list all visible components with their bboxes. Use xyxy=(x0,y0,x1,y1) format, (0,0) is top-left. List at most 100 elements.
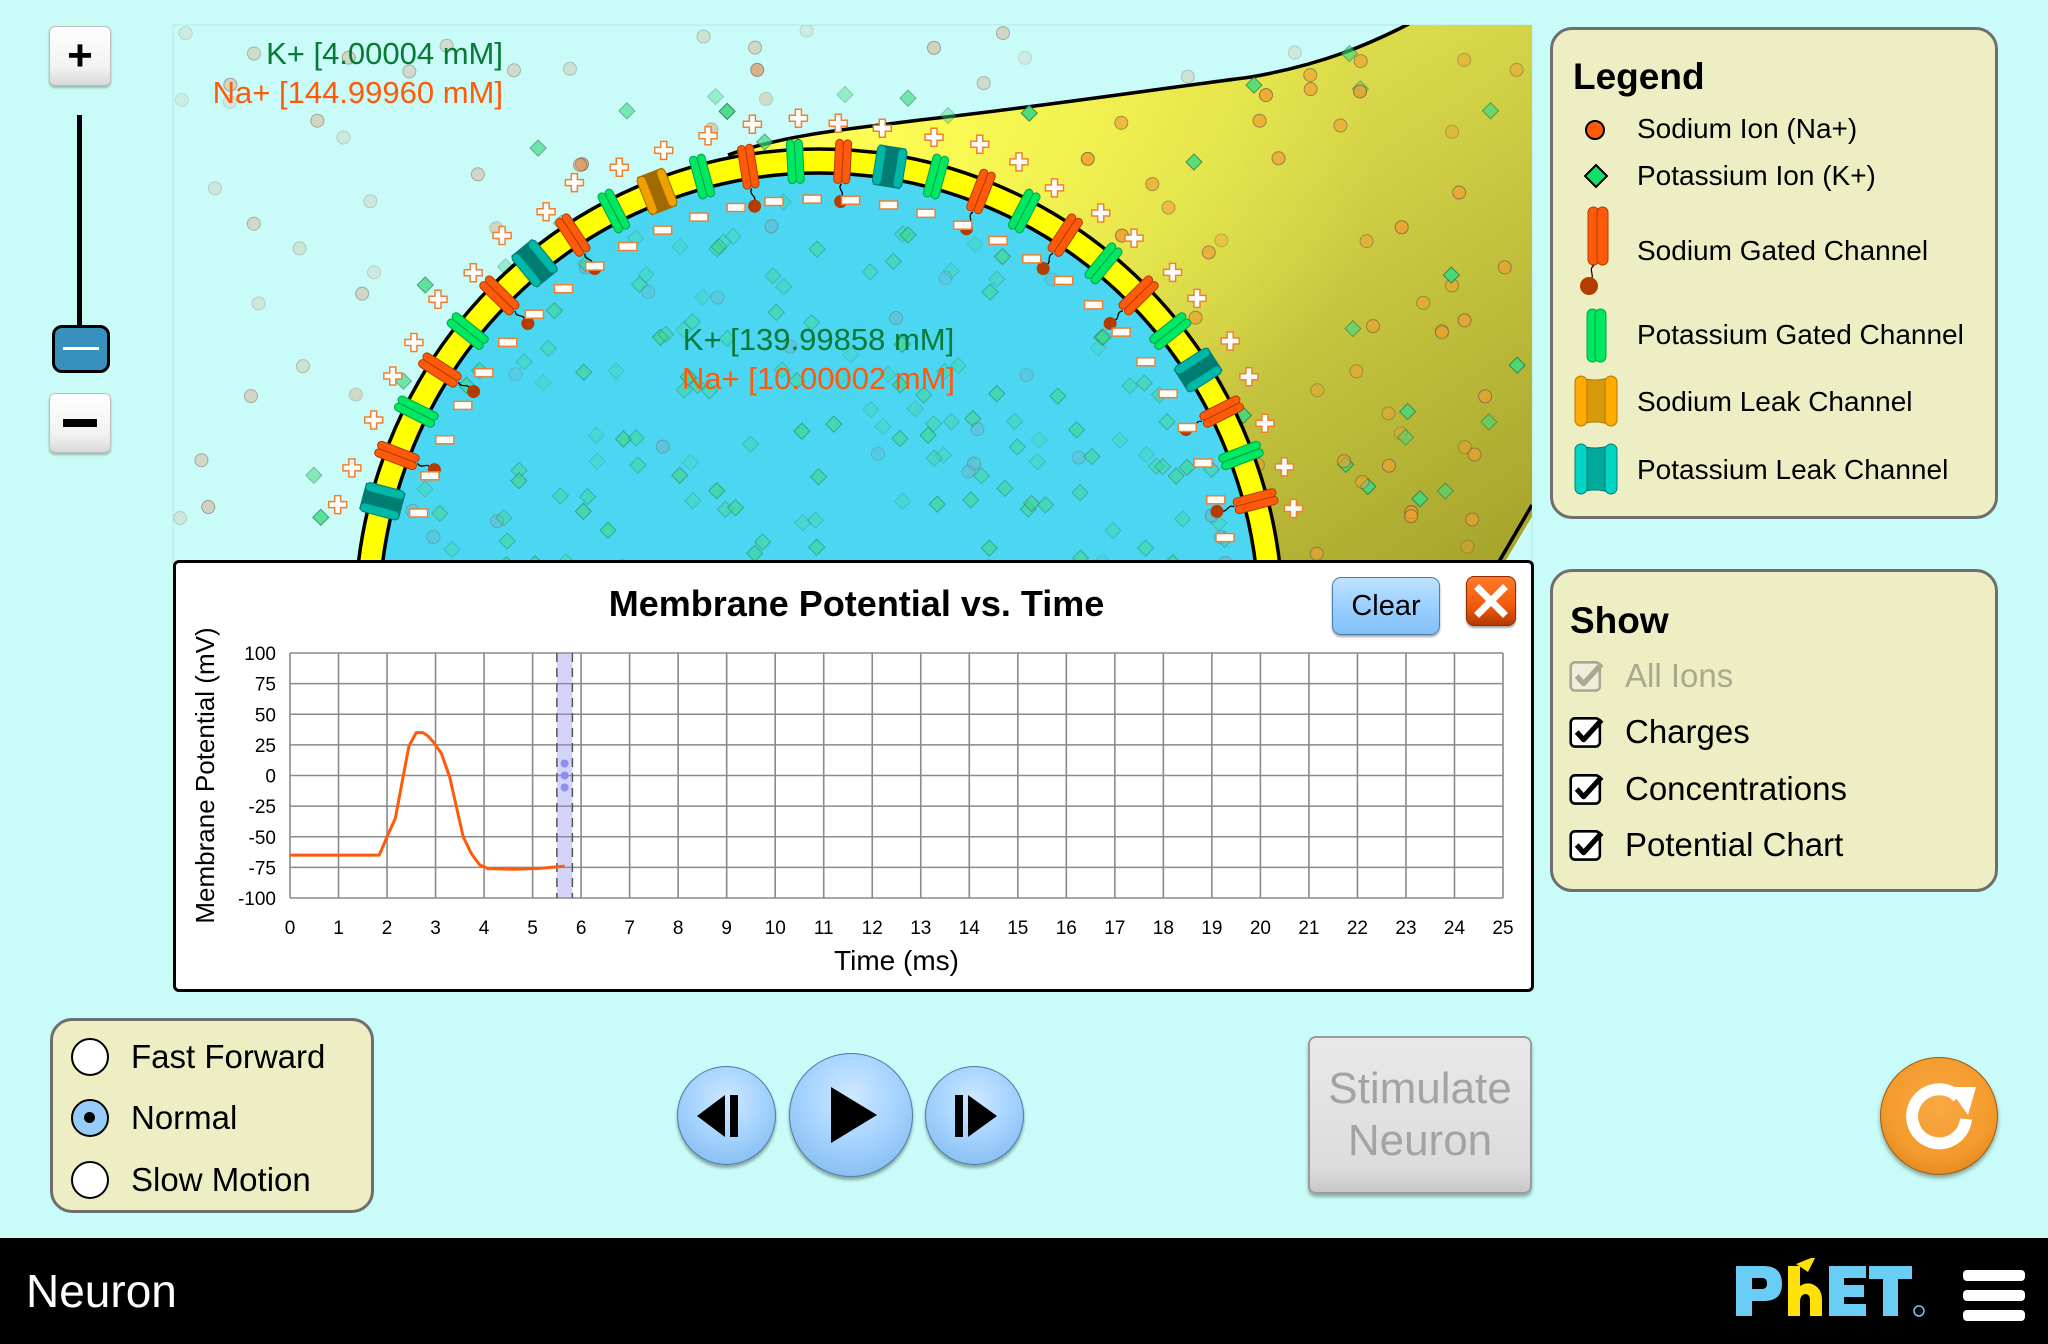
x-tick-label: 6 xyxy=(576,918,587,939)
sodium-ion xyxy=(696,29,711,44)
zoom-slider-thumb[interactable] xyxy=(52,325,110,373)
negative-charge-icon xyxy=(916,208,936,219)
x-axis-label: Time (ms) xyxy=(834,945,959,976)
checkbox-concentrations[interactable]: Concentrations xyxy=(1569,770,1847,808)
sodium-ion xyxy=(1271,151,1286,166)
sodium-ion xyxy=(1394,220,1409,235)
menu-line-icon xyxy=(1963,1310,2025,1321)
legend-item-potassium-gated-channel: Potassium Gated Channel xyxy=(1637,319,1964,350)
sodium-ion xyxy=(506,63,521,78)
y-tick-label: 25 xyxy=(255,736,276,757)
time-cursor-grip[interactable] xyxy=(560,759,569,792)
channel-side xyxy=(793,138,805,184)
potassium-gated-channel xyxy=(785,138,805,185)
checkbox-potential-chart[interactable]: Potential Chart xyxy=(1569,826,1843,864)
sodium-ion xyxy=(363,194,378,209)
x-tick-label: 8 xyxy=(673,918,684,939)
x-tick-label: 0 xyxy=(285,918,296,939)
radio-slow-motion[interactable]: Slow Motion xyxy=(71,1161,311,1199)
negative-charge-icon xyxy=(1215,532,1235,543)
sodium-ion xyxy=(367,265,382,280)
radio-button-icon xyxy=(71,1161,109,1199)
show-title: Show xyxy=(1570,600,1669,641)
sodium-ion xyxy=(174,92,189,107)
radio-label: Normal xyxy=(131,1099,238,1136)
zoom-out-button[interactable] xyxy=(49,393,111,453)
sodium-ion xyxy=(1457,52,1472,67)
sodium-ion xyxy=(1416,295,1431,310)
legend-item-potassium-ion: Potassium Ion (K+) xyxy=(1637,160,1876,191)
exterior-sodium-concentration: Na+ [144.99960 mM] xyxy=(212,75,503,110)
hamburger-menu-button[interactable] xyxy=(1963,1270,2025,1321)
y-tick-label: -100 xyxy=(238,889,276,910)
sodium-ion xyxy=(207,181,222,196)
radio-fast-forward[interactable]: Fast Forward xyxy=(71,1038,325,1076)
negative-charge-icon xyxy=(618,241,638,252)
zoom-slider-track[interactable] xyxy=(77,115,82,327)
checkbox-label: Charges xyxy=(1625,713,1750,750)
y-axis-ticks: 100 75 50 25 0 -25 -50 -75 -100 xyxy=(238,644,276,910)
play-button[interactable] xyxy=(789,1053,913,1177)
clear-chart-button[interactable]: Clear xyxy=(1332,577,1440,635)
x-tick-label: 24 xyxy=(1444,918,1466,939)
zoom-in-button[interactable]: + xyxy=(49,26,111,86)
minus-icon xyxy=(63,419,97,427)
checkbox-checked-icon xyxy=(1569,774,1604,805)
x-tick-label: 14 xyxy=(959,918,981,939)
x-tick-label: 16 xyxy=(1056,918,1077,939)
checkbox-checked-icon xyxy=(1569,830,1604,861)
phet-logo[interactable]: PhET xyxy=(1734,1258,1939,1320)
radio-normal[interactable]: Normal xyxy=(71,1099,237,1137)
reset-all-button[interactable] xyxy=(1880,1057,1998,1175)
checkbox-checked-icon xyxy=(1569,661,1604,692)
potassium-leak-channel xyxy=(871,144,908,190)
x-tick-label: 20 xyxy=(1250,918,1271,939)
legend-item-sodium-leak-channel: Sodium Leak Channel xyxy=(1637,386,1913,417)
stimulate-neuron-button[interactable]: Stimulate Neuron xyxy=(1308,1036,1532,1194)
sodium-leak-channel-icon xyxy=(1574,375,1618,427)
plus-icon: + xyxy=(67,31,93,80)
step-back-button[interactable] xyxy=(677,1066,776,1165)
checkbox-all-ions[interactable]: All Ions xyxy=(1569,657,1733,695)
sodium-ion xyxy=(178,26,193,41)
x-tick-label: 13 xyxy=(910,918,931,939)
x-tick-label: 17 xyxy=(1104,918,1125,939)
x-tick-label: 10 xyxy=(765,918,786,939)
x-tick-label: 11 xyxy=(814,918,834,939)
checkbox-checked-icon xyxy=(1569,717,1604,748)
cursor-grip-dot xyxy=(560,783,569,792)
negative-charge-icon xyxy=(453,400,473,411)
sodium-ion xyxy=(572,157,587,172)
sodium-ion xyxy=(1509,62,1524,77)
sodium-ion xyxy=(1337,454,1352,469)
x-tick-label: 4 xyxy=(479,918,490,939)
step-forward-button[interactable] xyxy=(925,1066,1024,1165)
x-tick-label: 3 xyxy=(430,918,441,939)
x-axis-ticks: 0 1 2 3 4 5 6 7 8 9 10 11 12 13 14 15 16 17 18 19 20 21 22 23 24… xyxy=(285,918,1514,939)
legend-title: Legend xyxy=(1573,56,1705,97)
sodium-ion xyxy=(1457,440,1472,455)
sodium-gated-channel-icon xyxy=(1580,206,1609,295)
sodium-ion xyxy=(1353,54,1368,69)
sodium-ion xyxy=(1145,177,1160,192)
legend-item-sodium-ion: Sodium Ion (Na+) xyxy=(1637,113,1858,144)
radio-button-icon xyxy=(71,1038,109,1076)
negative-charge-icon xyxy=(584,261,605,271)
interior-potassium-concentration: K+ [139.99858 mM] xyxy=(682,322,955,357)
play-icon xyxy=(831,1087,877,1143)
sodium-ion xyxy=(355,286,370,301)
x-tick-label: 22 xyxy=(1347,918,1368,939)
close-chart-button[interactable] xyxy=(1466,576,1516,626)
menu-line-icon xyxy=(1963,1290,2025,1301)
show-panel: Show All Ions Charges Concentrations Pot… xyxy=(1550,569,1998,892)
radio-button-selected-icon xyxy=(71,1099,109,1137)
negative-charge-icon xyxy=(764,196,784,207)
sodium-ion xyxy=(1460,539,1475,554)
checkbox-charges[interactable]: Charges xyxy=(1569,713,1750,751)
sodium-ion xyxy=(1201,245,1216,260)
cursor-grip-dot xyxy=(560,759,569,768)
y-tick-label: 0 xyxy=(265,767,276,788)
interior-sodium-concentration: Na+ [10.00002 mM] xyxy=(681,361,956,396)
navigation-bar: Neuron PhET xyxy=(0,1238,2048,1344)
x-tick-label: 1 xyxy=(333,918,344,939)
